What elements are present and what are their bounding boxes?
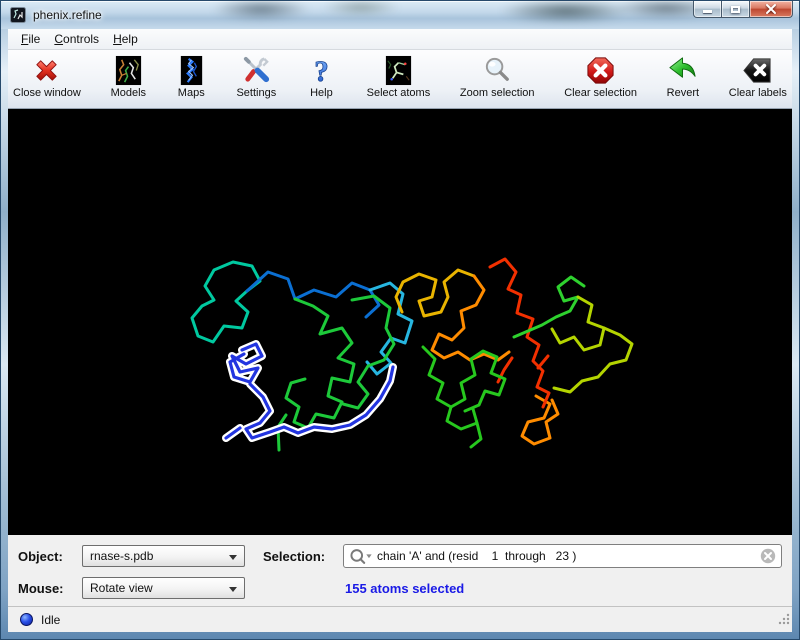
- phenix-refine-window: phenix.refine File Controls Help: [0, 0, 800, 640]
- chevron-down-icon: [229, 555, 237, 560]
- mouse-mode-dropdown[interactable]: Rotate view: [82, 577, 245, 599]
- maximize-button[interactable]: [722, 1, 749, 18]
- toolbar-label: Close window: [13, 87, 81, 99]
- toolbar-button-maps[interactable]: Maps: [176, 54, 207, 99]
- search-options-icon[interactable]: [349, 548, 373, 565]
- molecule-viewport[interactable]: [8, 109, 792, 535]
- mouse-label: Mouse:: [18, 581, 82, 596]
- menu-help[interactable]: Help: [106, 30, 145, 48]
- toolbar-button-settings[interactable]: Settings: [236, 54, 276, 99]
- window-title: phenix.refine: [33, 8, 102, 22]
- molecule-right-chain: [396, 259, 632, 447]
- toolbar-label: Clear labels: [729, 87, 787, 99]
- window-controls: [693, 1, 793, 18]
- toolbar-button-clear-labels[interactable]: Clear labels: [729, 54, 787, 99]
- toolbar-label: Maps: [178, 87, 205, 99]
- status-text: Idle: [41, 613, 60, 627]
- toolbar: Close window Models: [8, 50, 792, 109]
- toolbar-label: Settings: [236, 87, 276, 99]
- toolbar-label: Revert: [667, 87, 699, 99]
- selection-label: Selection:: [263, 549, 343, 564]
- svg-text:?: ?: [314, 56, 329, 86]
- toolbar-button-select-atoms[interactable]: Select atoms: [367, 54, 431, 99]
- object-dropdown[interactable]: rnase-s.pdb: [82, 545, 245, 567]
- select-atoms-icon: [383, 54, 414, 87]
- selection-search-field[interactable]: [343, 544, 782, 568]
- toolbar-label: Models: [111, 87, 146, 99]
- selection-input[interactable]: [373, 549, 760, 563]
- object-label: Object:: [18, 549, 82, 564]
- revert-icon: [667, 54, 698, 87]
- clear-search-icon[interactable]: [760, 548, 776, 564]
- models-icon: [113, 54, 144, 87]
- maximize-icon: [731, 6, 740, 13]
- object-dropdown-value: rnase-s.pdb: [90, 549, 153, 563]
- menubar: File Controls Help: [8, 29, 792, 50]
- zoom-selection-icon: [482, 54, 513, 87]
- toolbar-button-help[interactable]: ? Select atoms Help: [306, 54, 337, 99]
- chevron-down-icon: [229, 587, 237, 592]
- resize-grip[interactable]: [778, 612, 790, 630]
- help-icon: ?: [306, 54, 337, 87]
- app-icon: [10, 7, 26, 23]
- toolbar-label: Zoom selection: [460, 87, 535, 99]
- statusbar: Idle: [8, 606, 792, 632]
- toolbar-label: Help: [310, 87, 333, 99]
- menu-file[interactable]: File: [14, 30, 47, 48]
- status-indicator-icon: [20, 613, 33, 626]
- toolbar-button-zoom-selection[interactable]: Zoom selection: [460, 54, 535, 99]
- control-panel: Object: rnase-s.pdb Selection:: [8, 535, 792, 606]
- close-icon: [765, 4, 777, 14]
- toolbar-button-models[interactable]: Models: [111, 54, 146, 99]
- toolbar-button-close-window[interactable]: Close window: [13, 54, 81, 99]
- window-frame: File Controls Help Close window: [1, 29, 799, 639]
- menu-controls[interactable]: Controls: [47, 30, 106, 48]
- close-button[interactable]: [749, 1, 793, 18]
- titlebar[interactable]: phenix.refine: [1, 1, 799, 29]
- molecule-render: [8, 109, 792, 535]
- toolbar-button-revert[interactable]: Revert: [667, 54, 699, 99]
- toolbar-label: Clear selection: [564, 87, 637, 99]
- titlebar-glass-decoration: [1, 1, 799, 29]
- clear-selection-icon: [585, 54, 616, 87]
- close-window-icon: [31, 54, 62, 87]
- minimize-icon: [703, 10, 712, 13]
- atoms-selected-count: 155 atoms selected: [343, 581, 782, 596]
- toolbar-button-clear-selection[interactable]: Clear selection: [564, 54, 637, 99]
- settings-icon: [241, 54, 272, 87]
- toolbar-label: Select atoms: [367, 87, 431, 99]
- molecule-left-chain: [192, 262, 412, 450]
- mouse-mode-value: Rotate view: [90, 581, 153, 595]
- maps-icon: [176, 54, 207, 87]
- clear-labels-icon: [742, 54, 773, 87]
- minimize-button[interactable]: [693, 1, 722, 18]
